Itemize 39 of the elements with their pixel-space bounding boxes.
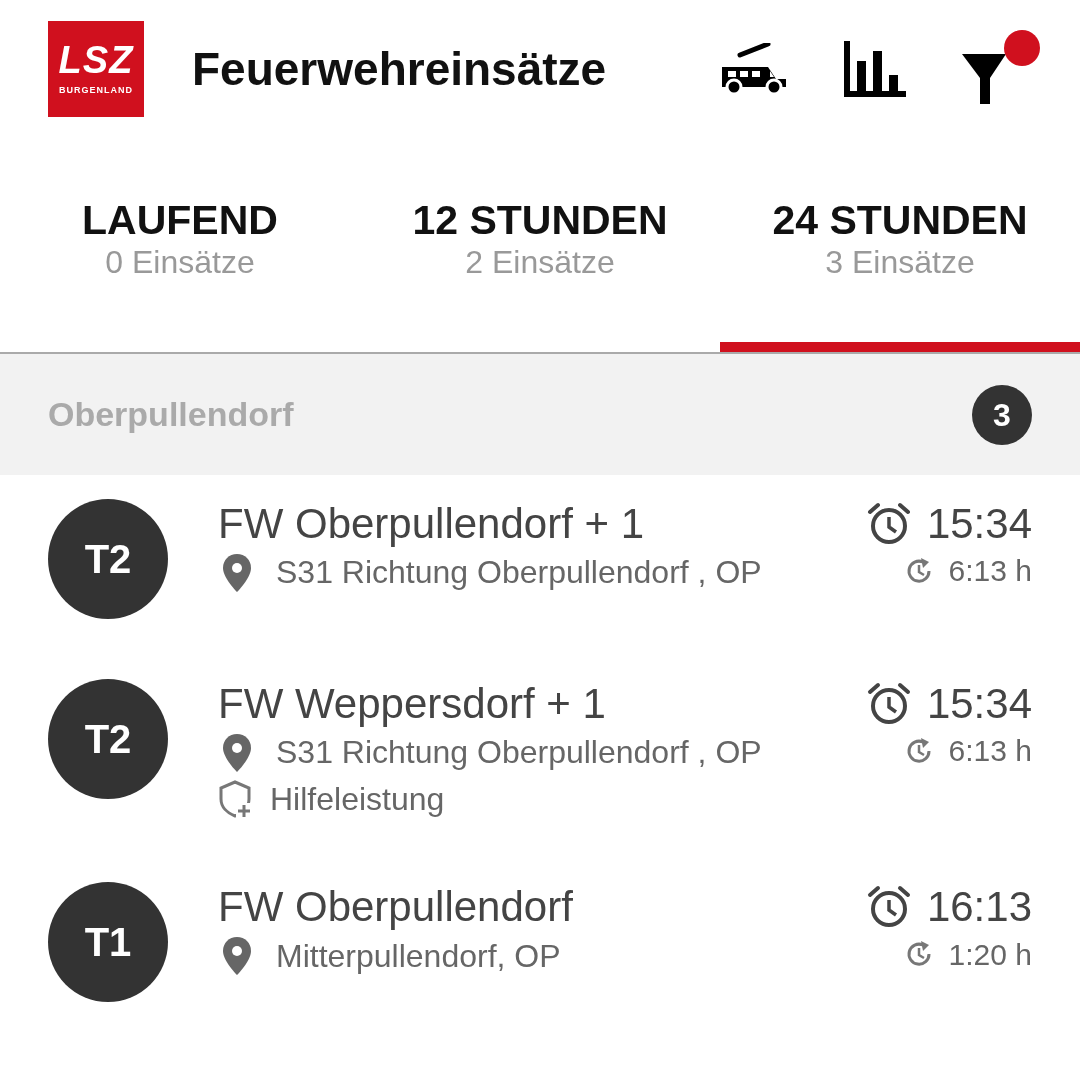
logo-subtext: BURGENLAND bbox=[59, 83, 133, 97]
alarm-time: 16:13 bbox=[926, 882, 1032, 933]
alarm-clock-icon bbox=[866, 885, 911, 930]
incident-title: FW Oberpullendorf + 1 bbox=[218, 499, 646, 549]
alarm-time: 15:34 bbox=[926, 679, 1032, 729]
duration: 1:20 h bbox=[948, 936, 1032, 973]
shield-plus-icon bbox=[218, 778, 254, 819]
level-badge: T2 bbox=[48, 679, 168, 799]
incident-type: Hilfeleistung bbox=[270, 779, 445, 819]
tab[interactable]: LAUFEND 0 Einsätze bbox=[0, 138, 360, 352]
filter-icon[interactable] bbox=[962, 54, 1006, 104]
duration-icon bbox=[904, 737, 933, 766]
alarm-clock-icon bbox=[866, 682, 911, 727]
app-title: Feuerwehreinsätze bbox=[192, 41, 608, 97]
location-pin-icon bbox=[222, 553, 252, 592]
incident-title: FW Weppersdorf + 1 bbox=[218, 679, 607, 729]
incident-location: S31 Richtung Oberpullendorf , OP bbox=[276, 733, 762, 773]
incident-row[interactable]: T1 FW Oberpullendorf Mitterpullendorf, OP 16:13 1:20 h bbox=[0, 858, 1080, 1039]
group-name: Oberpullendorf bbox=[48, 394, 294, 435]
alarm-time: 15:34 bbox=[926, 499, 1032, 549]
location-pin-icon bbox=[222, 936, 252, 975]
duration: 6:13 h bbox=[948, 733, 1032, 770]
count-badge: 3 bbox=[972, 384, 1032, 445]
incident-row[interactable]: T2 FW Weppersdorf + 1 S31 Richtung Oberpullendorf , OP Hilfeleistung 15:34 6:13 h bbox=[0, 655, 1080, 859]
level-badge: T1 bbox=[48, 882, 168, 1003]
location-pin-icon bbox=[222, 733, 252, 772]
incident-location: Mitterpullendorf, OP bbox=[276, 936, 561, 976]
duration-icon bbox=[904, 557, 933, 586]
fire-truck-icon[interactable] bbox=[720, 43, 788, 95]
logo-text: LSZ bbox=[58, 40, 134, 79]
tab[interactable]: 12 STUNDEN 2 Einsätze bbox=[360, 138, 720, 352]
incident-row[interactable]: T2 FW Oberpullendorf + 1 S31 Richtung Oberpullendorf , OP 15:34 6:13 h bbox=[0, 475, 1080, 655]
incident-location: S31 Richtung Oberpullendorf , OP bbox=[276, 553, 762, 593]
duration: 6:13 h bbox=[948, 553, 1032, 590]
bar-chart-icon[interactable] bbox=[844, 41, 906, 97]
duration-icon bbox=[904, 940, 933, 969]
alarm-clock-icon bbox=[866, 502, 911, 547]
incident-title: FW Oberpullendorf bbox=[218, 882, 574, 933]
level-badge: T2 bbox=[48, 499, 168, 619]
